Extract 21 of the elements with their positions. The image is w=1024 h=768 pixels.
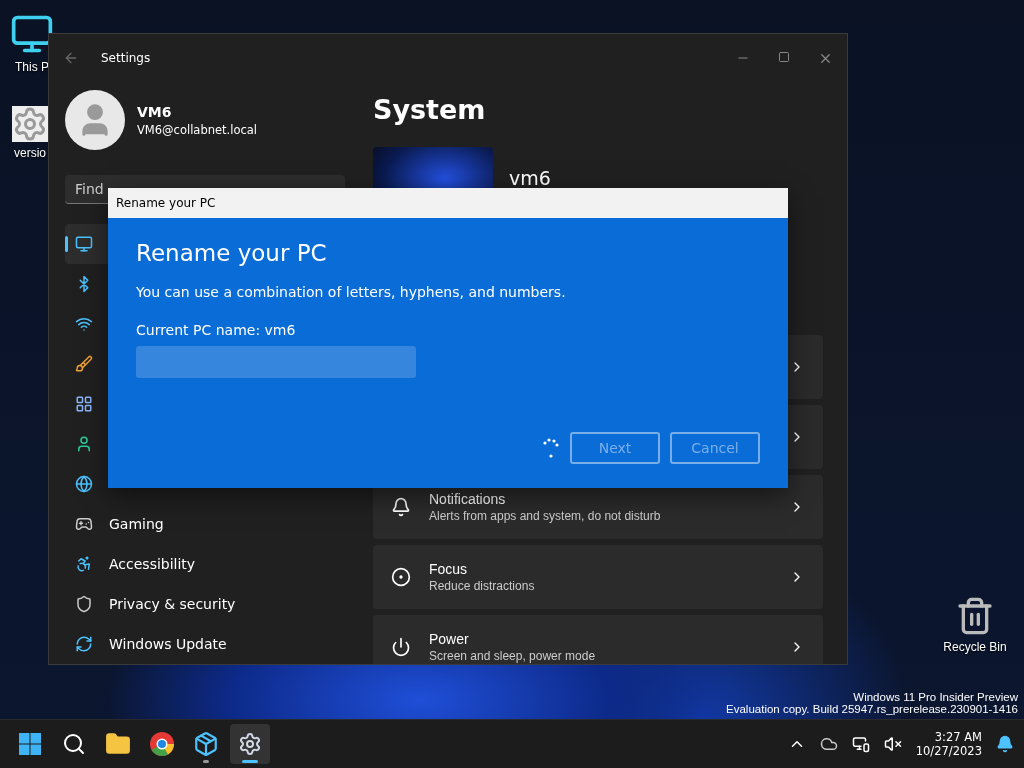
- card-title: Power: [429, 630, 470, 648]
- nav-label: Gaming: [109, 516, 164, 532]
- card-subtitle: Alerts from apps and system, do not disturb: [429, 508, 662, 524]
- card-title: Focus: [429, 560, 469, 578]
- nav-label: Windows Update: [109, 636, 227, 652]
- dialog-title: Rename your PC: [116, 196, 216, 210]
- current-name-label: Current PC name: vm6: [136, 322, 297, 338]
- edition-text: Windows 11 Pro Insider Preview: [853, 691, 1018, 703]
- window-title: Settings: [101, 51, 152, 65]
- nav-label: Accessibility: [109, 556, 196, 572]
- dialog-description: You can use a combination of letters, hyphens, and numbers.: [136, 284, 567, 300]
- user-email: VM6@collabnet.local: [137, 122, 258, 137]
- device-name: vm6: [509, 167, 551, 191]
- page-title: System: [373, 94, 487, 125]
- nav-label: Privacy & security: [109, 596, 236, 612]
- user-name: VM6: [137, 103, 173, 120]
- edition-text: Evaluation copy. Build 25947.rs_prerelease.230901-1416: [726, 703, 1018, 715]
- card-subtitle: Screen and sleep, power mode: [429, 648, 597, 664]
- dialog-heading: Rename your PC: [136, 240, 328, 266]
- card-title: Notifications: [429, 490, 507, 508]
- card-subtitle: Reduce distractions: [429, 578, 536, 594]
